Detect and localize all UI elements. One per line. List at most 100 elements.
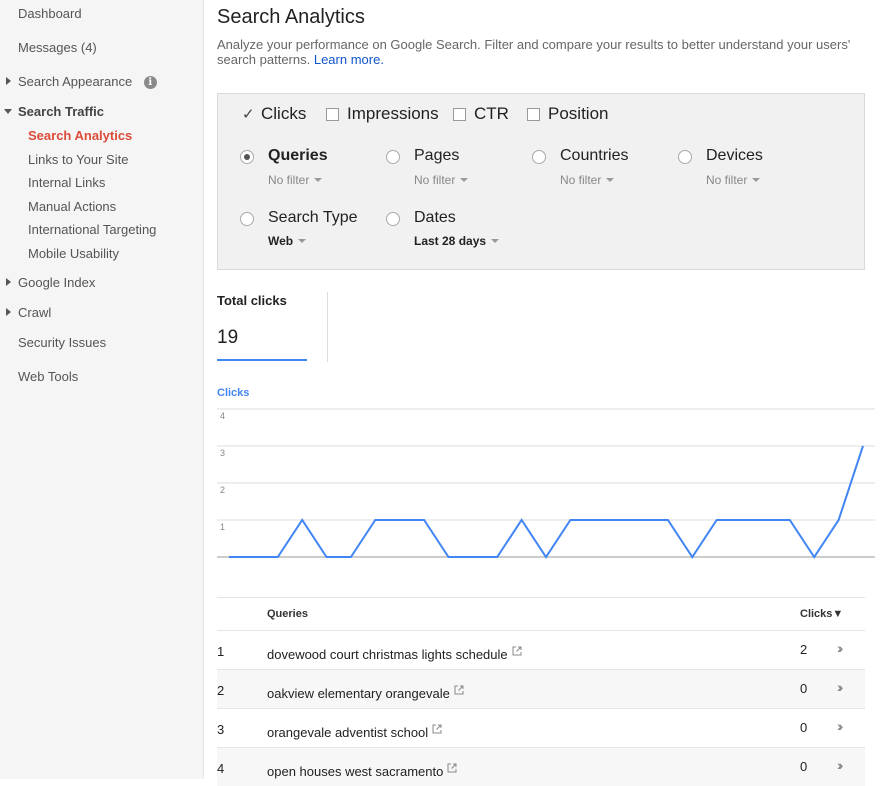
row-query-text: orangevale adventist school — [267, 725, 429, 740]
metric-clicks[interactable]: ✓ Clicks — [242, 104, 306, 124]
card-divider — [327, 292, 328, 362]
table-row[interactable]: 1 dovewood court christmas lights schedul… — [217, 630, 865, 669]
row-details-chevron-icon[interactable]: ›› — [837, 757, 844, 773]
queries-filter-dropdown[interactable]: No filter — [268, 173, 323, 187]
nav-security-issues[interactable]: Security Issues — [0, 335, 204, 350]
dimension-dates-label[interactable]: Dates — [414, 209, 456, 227]
external-link-icon[interactable] — [512, 644, 522, 659]
dates-value: Last 28 days — [414, 234, 487, 248]
pages-filter-dropdown[interactable]: No filter — [414, 173, 469, 187]
search-type-radio[interactable] — [240, 212, 254, 226]
dates-radio[interactable] — [386, 212, 400, 226]
nav-crawl-label: Crawl — [18, 305, 52, 320]
nav-search-analytics-label: Search Analytics — [28, 128, 133, 143]
impressions-checkbox[interactable] — [326, 107, 339, 121]
external-link-icon[interactable] — [432, 722, 442, 737]
nav-dashboard-label: Dashboard — [18, 6, 82, 21]
nav-google-index[interactable]: Google Index — [0, 275, 204, 290]
dimension-search-type-label[interactable]: Search Type — [268, 209, 358, 227]
nav-search-traffic-label: Search Traffic — [18, 104, 104, 119]
row-details-chevron-icon[interactable]: ›› — [837, 640, 844, 656]
nav-search-traffic[interactable]: Search Traffic — [0, 104, 204, 119]
y-tick-label: 2 — [220, 485, 225, 495]
dimension-countries-label[interactable]: Countries — [560, 147, 628, 165]
nav-mobile-usability[interactable]: Mobile Usability — [0, 246, 204, 261]
countries-filter-value: No filter — [560, 173, 602, 187]
y-tick-label: 3 — [220, 448, 225, 458]
row-clicks: 0 — [800, 759, 808, 774]
external-link-icon[interactable] — [447, 761, 457, 776]
collapse-arrow-icon[interactable] — [4, 109, 12, 114]
col-queries-header[interactable]: Queries — [267, 608, 308, 620]
search-type-value: Web — [268, 234, 294, 248]
metric-position-label: Position — [548, 104, 609, 123]
nav-links-label: Links to Your Site — [28, 152, 129, 167]
row-rank: 1 — [217, 644, 225, 659]
queries-radio[interactable] — [240, 150, 254, 164]
nav-search-appearance[interactable]: Search Appearance i — [0, 74, 204, 89]
metric-position[interactable]: Position — [527, 104, 608, 124]
devices-radio[interactable] — [678, 150, 692, 164]
table-row[interactable]: 4 open houses west sacramento 0 ›› — [217, 747, 865, 786]
col-clicks-label: Clicks — [800, 608, 833, 620]
table-row[interactable]: 3 orangevale adventist school 0 ›› — [217, 708, 865, 747]
nav-messages[interactable]: Messages (4) — [0, 40, 204, 55]
nav-manual-actions[interactable]: Manual Actions — [0, 199, 204, 214]
metric-impressions[interactable]: Impressions — [326, 104, 439, 124]
row-details-chevron-icon[interactable]: ›› — [837, 718, 844, 734]
row-query[interactable]: dovewood court christmas lights schedule — [267, 644, 522, 662]
external-link-icon[interactable] — [454, 683, 464, 698]
metrics-bar: ✓ Clicks Impressions CTR Position — [217, 93, 865, 132]
row-query[interactable]: open houses west sacramento — [267, 761, 457, 779]
metric-ctr-label: CTR — [474, 104, 509, 123]
page-description: Analyze your performance on Google Searc… — [217, 37, 867, 67]
nav-international-targeting[interactable]: International Targeting — [0, 222, 204, 237]
countries-filter-dropdown[interactable]: No filter — [560, 173, 615, 187]
expand-arrow-icon[interactable] — [6, 278, 11, 286]
nav-internal-links[interactable]: Internal Links — [0, 175, 204, 190]
countries-radio[interactable] — [532, 150, 546, 164]
row-query[interactable]: orangevale adventist school — [267, 722, 442, 740]
row-query-text: open houses west sacramento — [267, 764, 444, 779]
row-query[interactable]: oakview elementary orangevale — [267, 683, 464, 701]
nav-crawl[interactable]: Crawl — [0, 305, 204, 320]
info-icon[interactable]: i — [143, 76, 157, 89]
checkmark-icon[interactable]: ✓ — [242, 105, 255, 123]
dimension-pages-label[interactable]: Pages — [414, 147, 459, 165]
expand-arrow-icon[interactable] — [6, 77, 11, 85]
nav-messages-label: Messages (4) — [18, 40, 97, 55]
row-details-chevron-icon[interactable]: ›› — [837, 679, 844, 695]
pages-filter-value: No filter — [414, 173, 456, 187]
row-query-text: dovewood court christmas lights schedule — [267, 647, 508, 662]
devices-filter-dropdown[interactable]: No filter — [706, 173, 761, 187]
nav-international-targeting-label: International Targeting — [28, 222, 157, 237]
nav-dashboard[interactable]: Dashboard — [0, 6, 204, 21]
row-clicks: 0 — [800, 681, 808, 696]
table-row[interactable]: 2 oakview elementary orangevale 0 ›› — [217, 669, 865, 708]
dropdown-caret-icon — [298, 239, 307, 243]
row-rank: 3 — [217, 722, 225, 737]
dates-dropdown[interactable]: Last 28 days — [414, 234, 500, 248]
metric-ctr[interactable]: CTR — [453, 104, 509, 124]
nav-search-analytics[interactable]: Search Analytics — [0, 128, 204, 143]
expand-arrow-icon[interactable] — [6, 308, 11, 316]
total-clicks-underline — [217, 359, 307, 361]
pages-radio[interactable] — [386, 150, 400, 164]
row-rank: 2 — [217, 683, 225, 698]
nav-web-tools-label: Web Tools — [18, 369, 79, 384]
queries-filter-value: No filter — [268, 173, 310, 187]
dropdown-caret-icon — [606, 178, 615, 182]
position-checkbox[interactable] — [527, 107, 540, 121]
search-type-dropdown[interactable]: Web — [268, 234, 307, 248]
dimension-devices-label[interactable]: Devices — [706, 147, 763, 165]
ctr-checkbox[interactable] — [453, 107, 466, 121]
nav-web-tools[interactable]: Web Tools — [0, 369, 204, 384]
learn-more-link[interactable]: Learn more. — [314, 52, 384, 67]
clicks-series-line[interactable] — [229, 445, 864, 559]
col-clicks-header[interactable]: Clicks▼ — [800, 608, 843, 620]
nav-google-index-label: Google Index — [18, 275, 96, 290]
table-header: Queries Clicks▼ — [217, 597, 865, 631]
row-query-text: oakview elementary orangevale — [267, 686, 450, 701]
dimension-queries-label[interactable]: Queries — [268, 147, 328, 165]
nav-links-to-your-site[interactable]: Links to Your Site — [0, 152, 204, 167]
